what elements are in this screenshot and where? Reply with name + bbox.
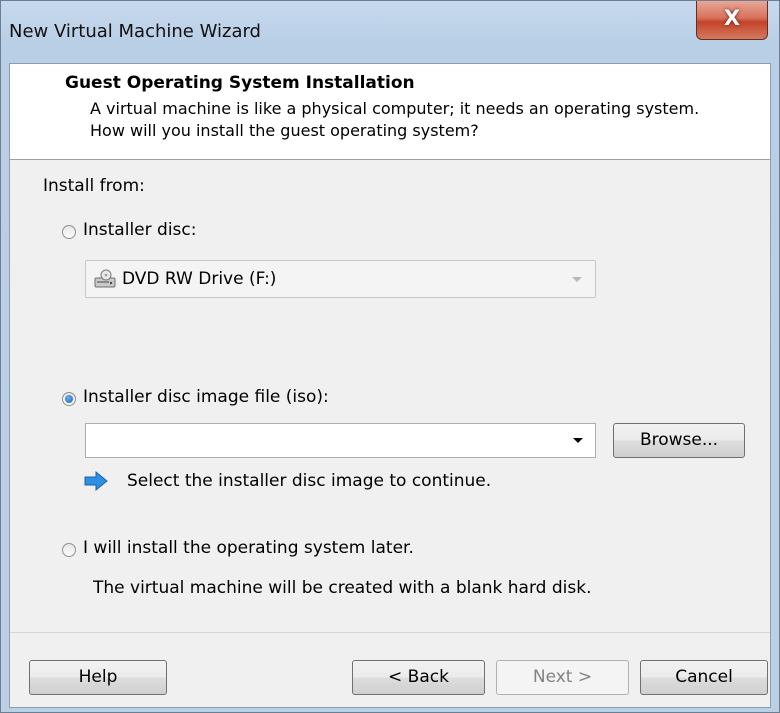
install-from-label: Install from: bbox=[43, 176, 145, 196]
browse-button[interactable]: Browse... bbox=[613, 423, 745, 458]
wizard-client-area: Guest Operating System Installation A vi… bbox=[9, 63, 771, 708]
wizard-header: Guest Operating System Installation A vi… bbox=[10, 64, 770, 160]
cancel-button[interactable]: Cancel bbox=[640, 660, 768, 695]
close-icon: X bbox=[723, 6, 741, 30]
back-button[interactable]: < Back bbox=[352, 660, 485, 695]
install-later-description: The virtual machine will be created with… bbox=[93, 578, 592, 598]
install-later-radio[interactable] bbox=[62, 543, 76, 557]
page-title: Guest Operating System Installation bbox=[65, 73, 415, 93]
next-button[interactable]: Next > bbox=[496, 660, 629, 695]
iso-file-label[interactable]: Installer disc image file (iso): bbox=[83, 387, 329, 407]
drive-select-value: DVD RW Drive (F:) bbox=[122, 269, 277, 289]
close-button[interactable]: X bbox=[696, 1, 768, 40]
iso-path-combobox[interactable] bbox=[85, 423, 596, 458]
chevron-down-icon[interactable] bbox=[573, 438, 583, 443]
help-button[interactable]: Help bbox=[29, 660, 167, 695]
blue-arrow-icon bbox=[84, 470, 108, 492]
dvd-drive-icon bbox=[94, 269, 116, 288]
iso-hint-text: Select the installer disc image to conti… bbox=[127, 471, 492, 491]
page-description: A virtual machine is like a physical com… bbox=[90, 99, 700, 140]
iso-file-radio[interactable] bbox=[62, 392, 76, 406]
footer-divider bbox=[10, 632, 770, 633]
title-bar: New Virtual Machine Wizard X bbox=[1, 1, 780, 63]
window-title: New Virtual Machine Wizard bbox=[9, 21, 261, 42]
chevron-down-icon bbox=[572, 277, 582, 282]
installer-disc-label[interactable]: Installer disc: bbox=[83, 220, 196, 240]
install-later-label[interactable]: I will install the operating system late… bbox=[83, 538, 414, 558]
drive-select[interactable]: DVD RW Drive (F:) bbox=[85, 260, 596, 298]
wizard-window: New Virtual Machine Wizard X Guest Opera… bbox=[0, 0, 780, 713]
installer-disc-radio[interactable] bbox=[62, 225, 76, 239]
